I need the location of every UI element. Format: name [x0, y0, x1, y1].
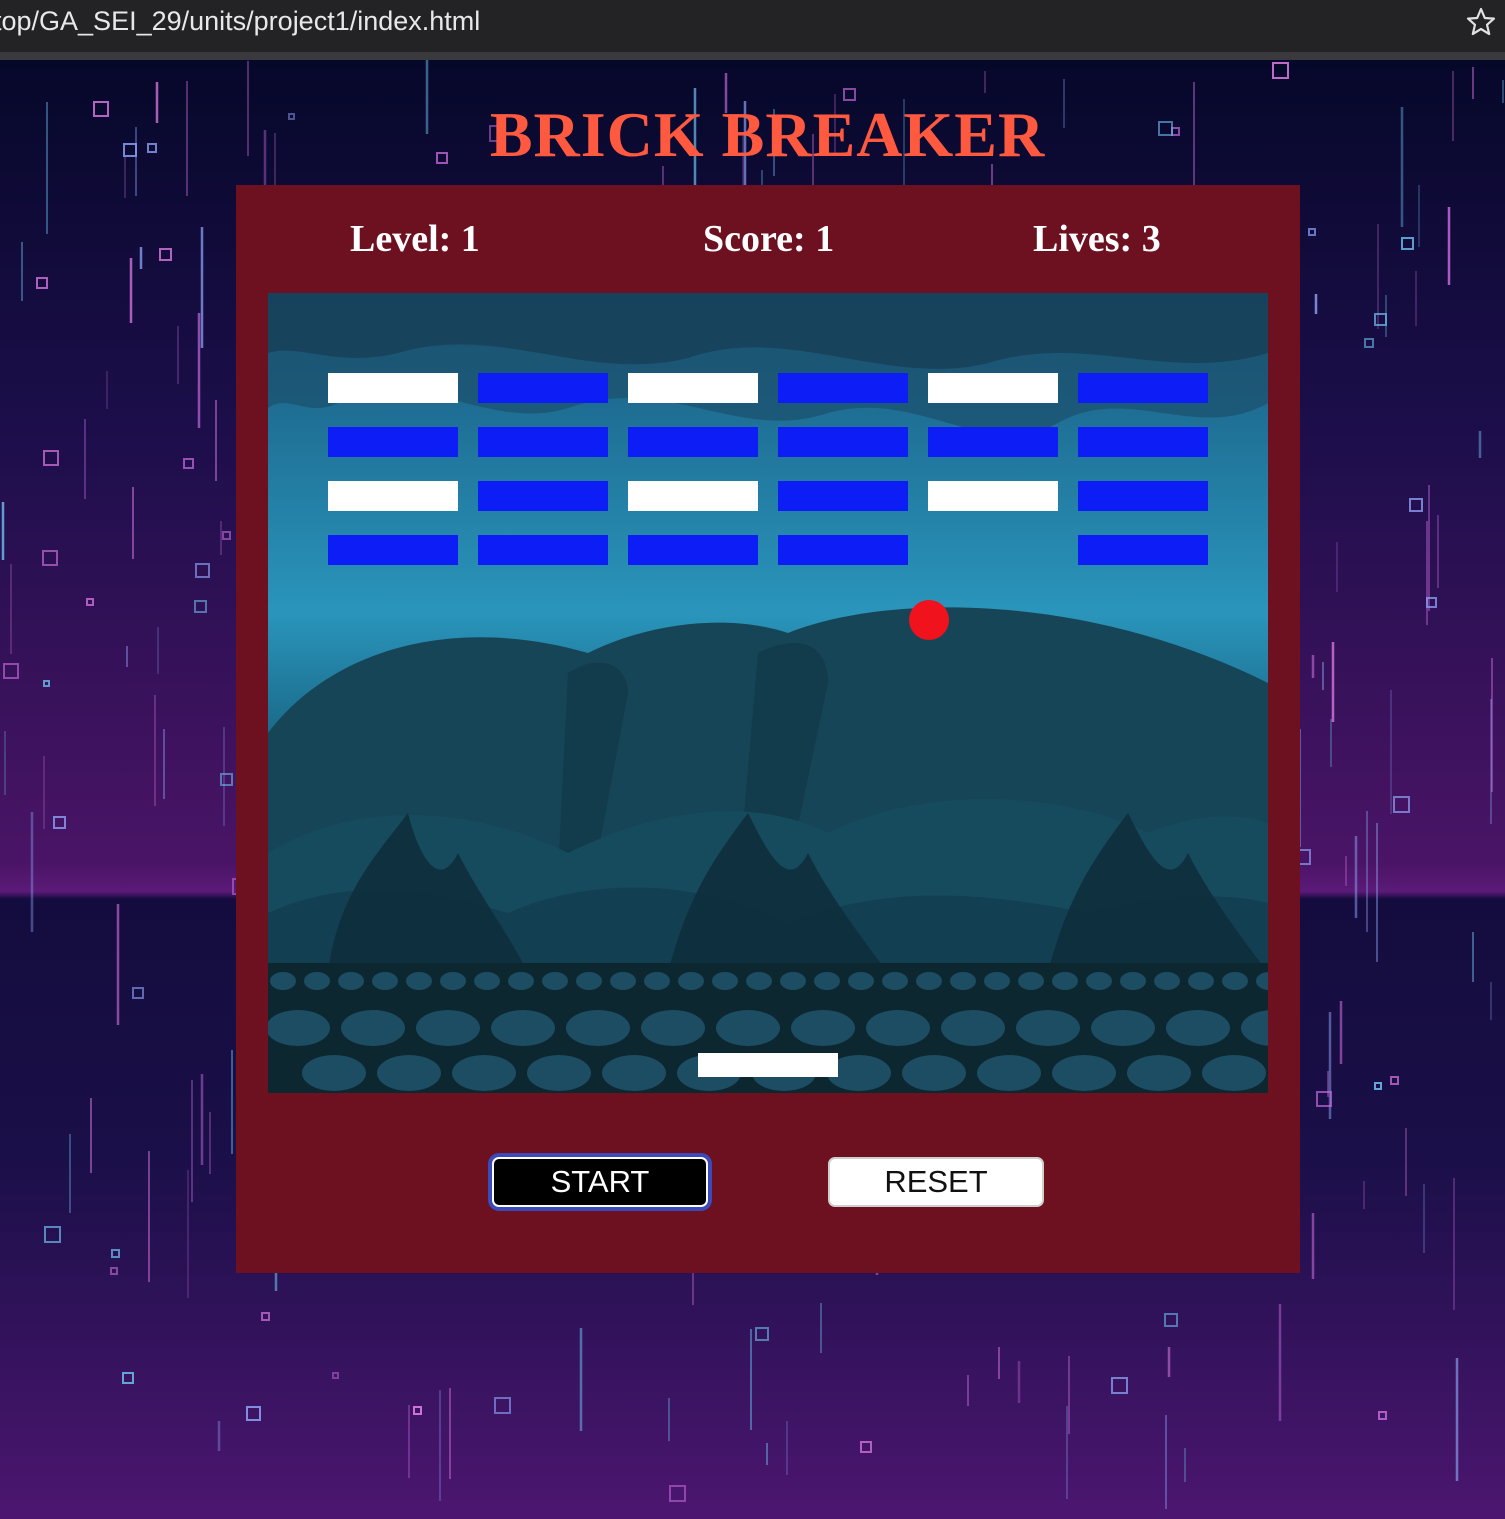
start-button[interactable]: START — [492, 1157, 708, 1207]
brick — [478, 481, 608, 511]
brick — [1078, 535, 1208, 565]
brick — [778, 535, 908, 565]
brick — [628, 427, 758, 457]
url-text[interactable]: top/GA_SEI_29/units/project1/index.html — [0, 6, 480, 37]
brick — [628, 535, 758, 565]
lives-display: Lives: 3 — [1033, 218, 1161, 260]
brick — [328, 535, 458, 565]
game-panel: Level: 1 Score: 1 Lives: 3 START RESET — [236, 185, 1300, 1273]
brick — [778, 373, 908, 403]
brick — [328, 427, 458, 457]
brick — [478, 427, 608, 457]
brick — [628, 481, 758, 511]
star-icon[interactable] — [1465, 6, 1497, 38]
level-display: Level: 1 — [350, 218, 480, 260]
brick — [478, 373, 608, 403]
brick — [928, 373, 1058, 403]
game-canvas[interactable] — [268, 293, 1268, 1093]
paddle[interactable] — [698, 1053, 838, 1077]
brick — [778, 427, 908, 457]
brick — [1078, 373, 1208, 403]
game-title: BRICK BREAKER — [489, 99, 1046, 170]
brick — [778, 481, 908, 511]
brick — [928, 427, 1058, 457]
brick — [928, 481, 1058, 511]
brick — [328, 481, 458, 511]
brick — [1078, 481, 1208, 511]
brick — [1078, 427, 1208, 457]
reset-button[interactable]: RESET — [828, 1157, 1044, 1207]
ball — [909, 600, 949, 640]
underwater-scene-background — [268, 293, 1268, 1093]
score-display: Score: 1 — [703, 218, 835, 260]
brick — [628, 373, 758, 403]
browser-address-bar: top/GA_SEI_29/units/project1/index.html — [0, 0, 1505, 60]
brick — [478, 535, 608, 565]
brick — [328, 373, 458, 403]
